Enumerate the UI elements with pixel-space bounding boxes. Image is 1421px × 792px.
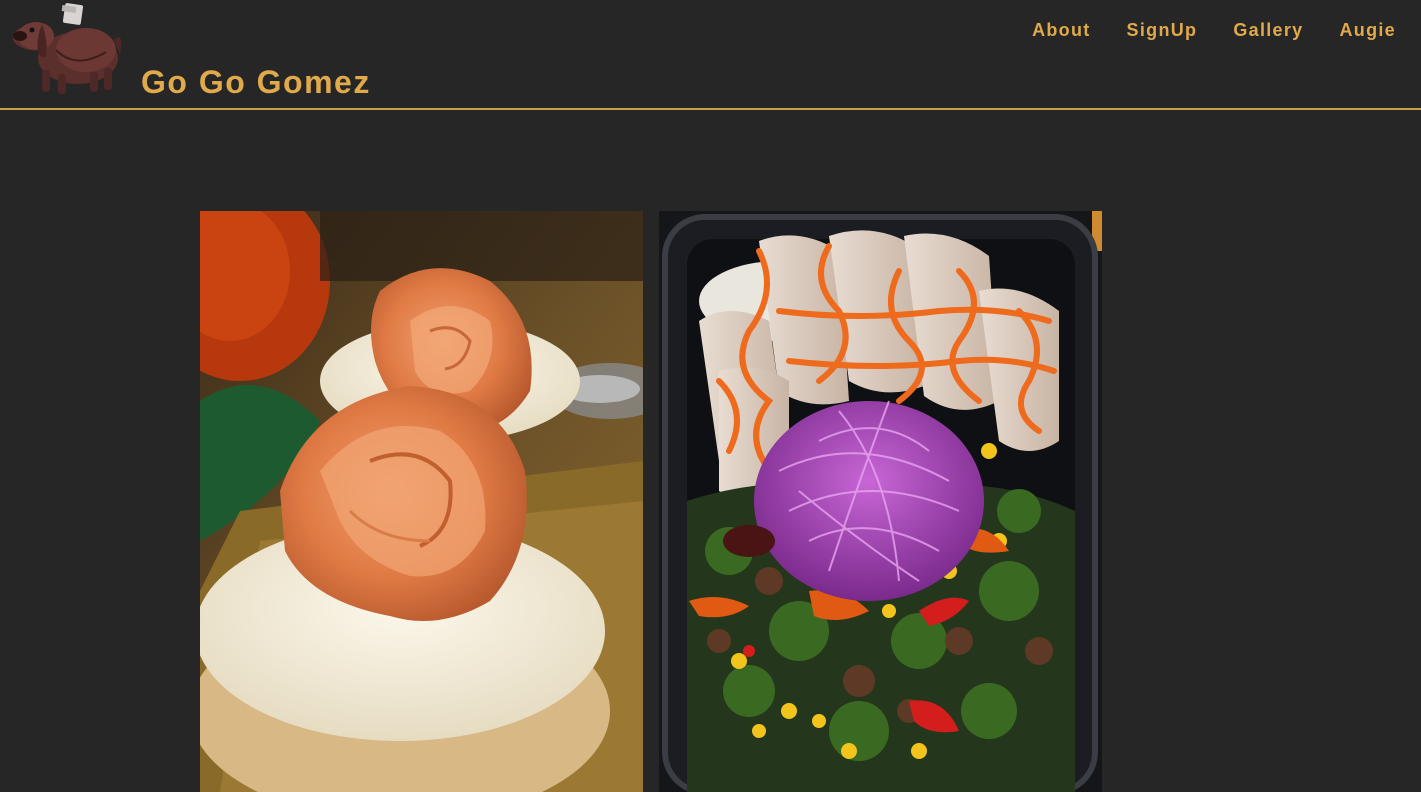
nav-link-signup[interactable]: SignUp [1127,18,1198,42]
main-nav: About SignUp Gallery Augie [996,18,1396,42]
nav-link-gallery[interactable]: Gallery [1233,18,1303,42]
dog-logo-icon[interactable] [6,0,122,96]
gallery-photo-meal-prep[interactable] [659,211,1102,792]
site-title[interactable]: Go Go Gomez [141,62,371,102]
photo-gallery [200,211,1102,792]
site-header: Go Go Gomez About SignUp Gallery Augie [0,0,1421,110]
gallery-photo-salmon[interactable] [200,211,643,792]
nav-link-augie[interactable]: Augie [1339,18,1396,42]
nav-link-about[interactable]: About [1032,18,1090,42]
